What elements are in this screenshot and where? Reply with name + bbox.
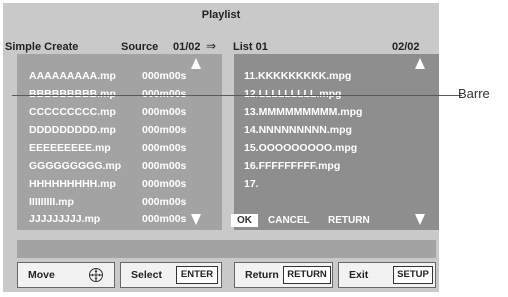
return-key-button[interactable]: Return RETURN — [234, 262, 333, 288]
ok-button[interactable]: OK — [231, 214, 258, 227]
target-list-label: List 01 — [233, 41, 268, 53]
setup-key: SETUP — [393, 266, 433, 284]
item-name: IIIIIIIII.mp — [29, 196, 74, 208]
item-duration: 000m00s — [142, 196, 187, 208]
list-item[interactable]: 16.FFFFFFFFF.mpg — [244, 160, 340, 172]
target-page: 02/02 — [392, 41, 420, 53]
status-bar — [17, 240, 436, 258]
list-item[interactable]: 17. — [244, 178, 259, 190]
item-duration: 000m00s — [142, 213, 187, 225]
exit-button[interactable]: Exit SETUP — [338, 262, 436, 288]
annotation-label: Barre — [458, 86, 490, 101]
scroll-up-icon[interactable] — [191, 58, 201, 69]
mode-label: Simple Create — [5, 41, 79, 53]
right-arrow-icon: ⇒ — [206, 39, 217, 53]
playlist-panel: 11.KKKKKKKKK.mpg 12.LLLLLLLLL.mpg 13.MMM… — [231, 54, 439, 230]
exit-label: Exit — [349, 269, 369, 281]
move-button[interactable]: Move — [17, 262, 115, 288]
scroll-up-icon[interactable] — [415, 58, 425, 69]
item-name: JJJJJJJJJ.mp — [29, 213, 101, 225]
list-item[interactable]: 15.OOOOOOOOO.mpg — [244, 142, 357, 154]
scroll-down-icon[interactable] — [191, 214, 201, 225]
item-duration: 000m00s — [142, 106, 187, 118]
source-list-panel: AAAAAAAAA.mp 000m00s BBBBBBBBB.mp 000m00… — [17, 54, 222, 230]
select-button[interactable]: Select ENTER — [120, 262, 222, 288]
list-item[interactable]: 13.MMMMMMMMM.mpg — [244, 106, 362, 118]
item-duration: 000m00s — [142, 124, 187, 136]
select-label: Select — [131, 269, 162, 281]
item-name: HHHHHHHHH.mp — [29, 178, 116, 190]
move-label: Move — [28, 269, 55, 281]
cursor-bar-line — [12, 95, 462, 96]
return-label: Return — [245, 269, 279, 281]
source-page: 01/02 — [173, 41, 201, 53]
return-button[interactable]: RETURN — [328, 215, 370, 226]
source-label: Source — [121, 41, 159, 53]
cancel-button[interactable]: CANCEL — [268, 215, 310, 226]
item-name: BBBBBBBBB.mp — [29, 88, 116, 100]
item-duration: 000m00s — [142, 142, 187, 154]
dpad-icon — [88, 267, 104, 286]
item-name: DDDDDDDDD.mp — [29, 124, 116, 136]
item-name: CCCCCCCCC.mp — [29, 106, 116, 118]
item-duration: 000m00s — [142, 88, 187, 100]
item-duration: 000m00s — [142, 70, 187, 82]
item-name: GGGGGGGGG.mp — [29, 160, 122, 172]
item-name: AAAAAAAAA.mp — [29, 70, 116, 82]
item-name: EEEEEEEEE.mp — [29, 142, 111, 154]
item-duration: 000m00s — [142, 178, 187, 190]
list-item[interactable]: 12.LLLLLLLLL.mpg — [244, 88, 341, 100]
list-item[interactable]: 14.NNNNNNNNN.mpg — [244, 124, 352, 136]
scroll-down-icon[interactable] — [415, 214, 425, 225]
list-item[interactable]: 11.KKKKKKKKK.mpg — [244, 70, 351, 82]
enter-key: ENTER — [176, 266, 218, 284]
page-title: Playlist — [201, 9, 241, 21]
item-duration: 000m00s — [142, 160, 187, 172]
return-key: RETURN — [283, 266, 331, 284]
